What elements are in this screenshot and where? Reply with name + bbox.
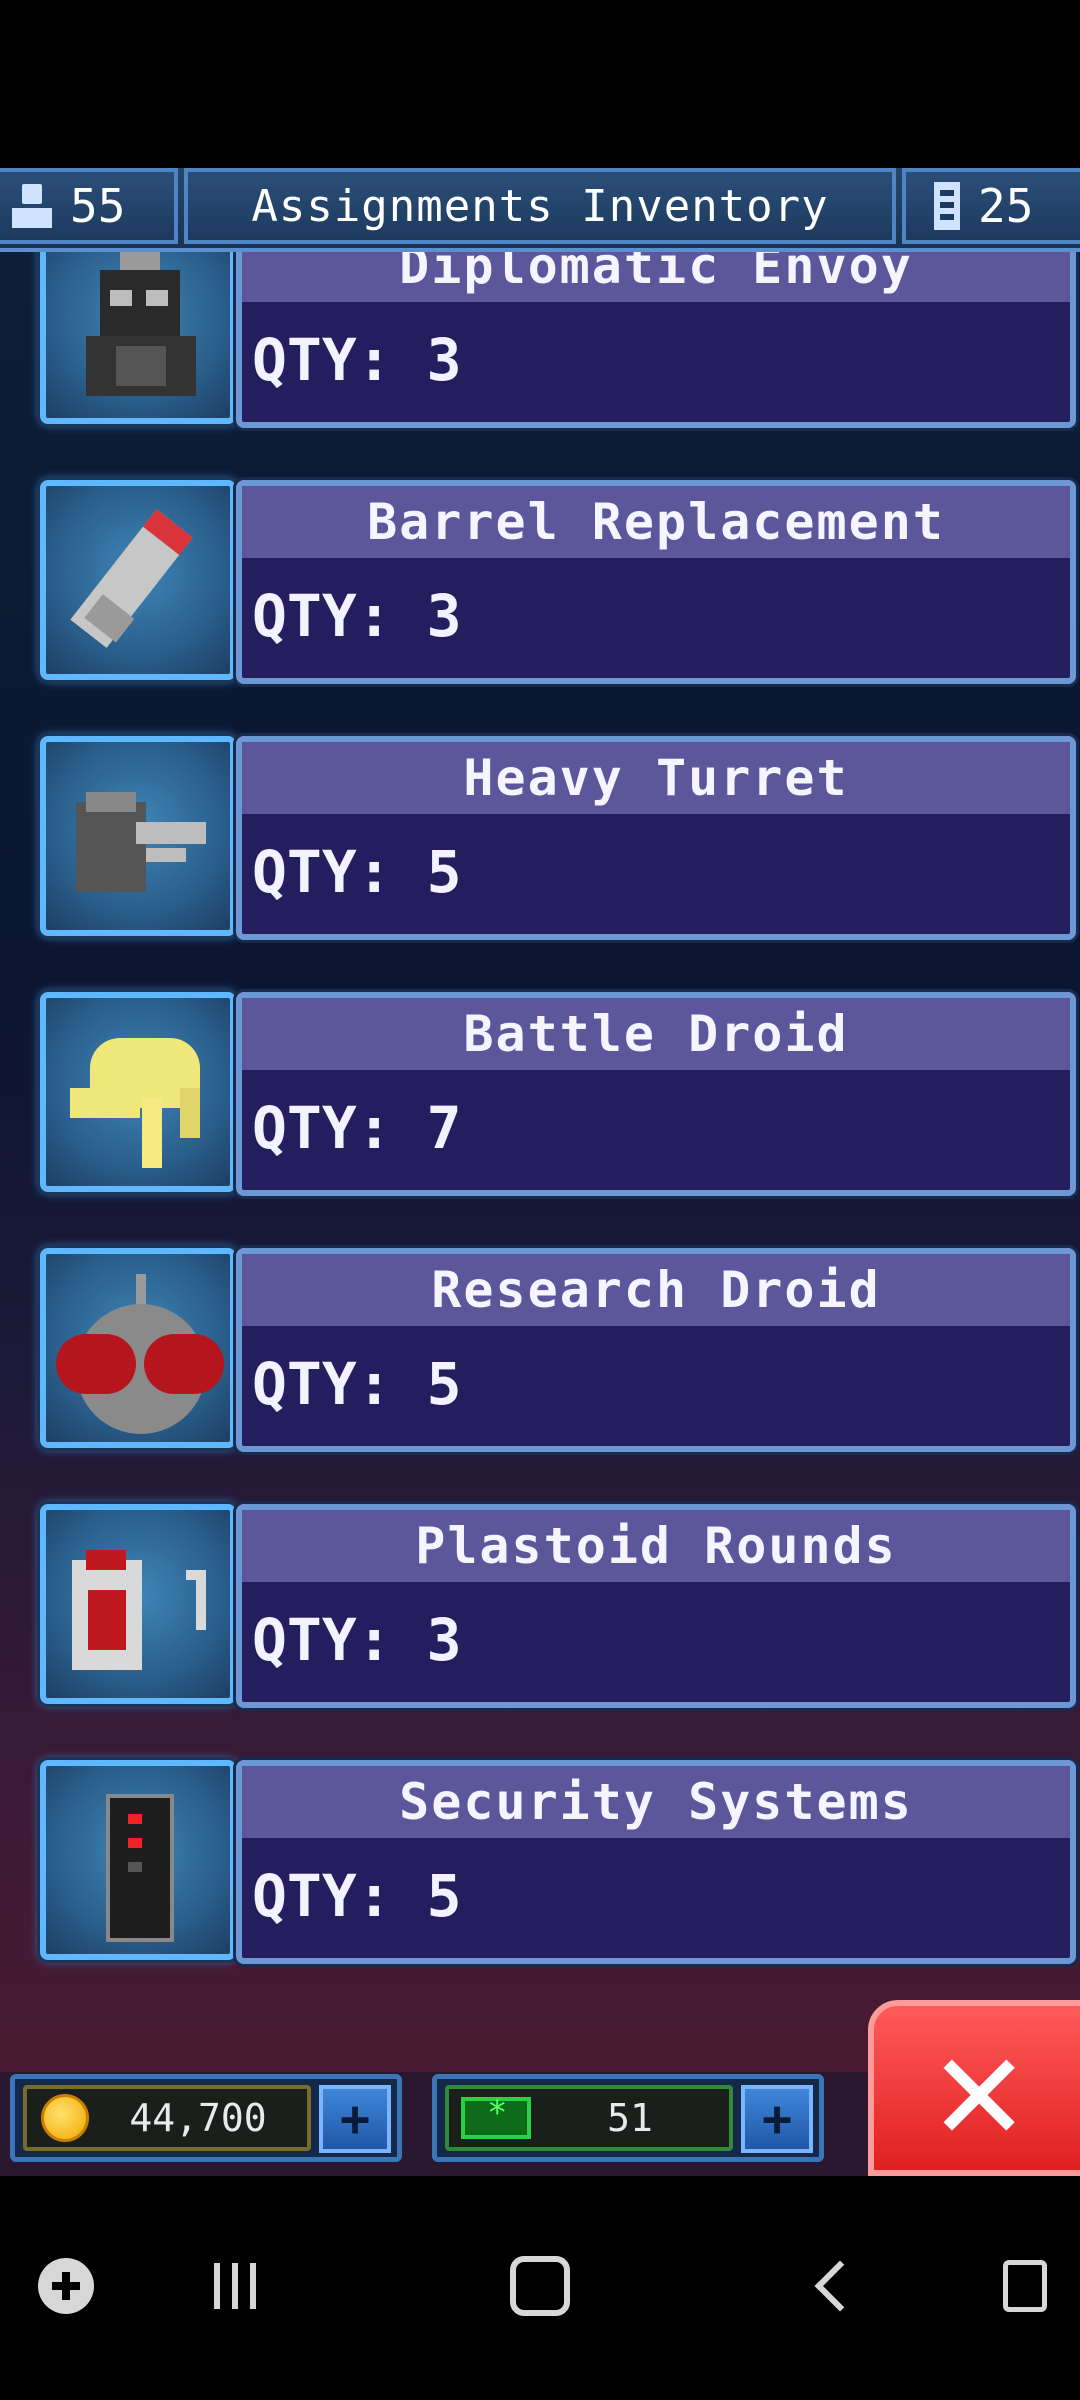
list-item[interactable]: Battle Droid QTY: 7	[40, 992, 1076, 1208]
item-name: Security Systems	[242, 1766, 1070, 1838]
bottom-bar: 44,700 + 51 + ✕	[0, 2000, 1080, 2176]
item-name: Plastoid Rounds	[242, 1510, 1070, 1582]
list-item[interactable]: Plastoid Rounds QTY: 3	[40, 1504, 1076, 1720]
battle-droid-icon	[40, 992, 236, 1192]
storage-icon	[934, 182, 960, 230]
storage-count: 25	[978, 179, 1034, 233]
item-qty: QTY: 3	[252, 1606, 462, 1674]
credits-value: 44,700	[129, 2096, 267, 2140]
barrel-icon	[40, 480, 236, 680]
crew-counter: 55	[0, 168, 178, 244]
close-button[interactable]: ✕	[868, 2000, 1080, 2176]
item-qty: QTY: 5	[252, 838, 462, 906]
crew-icon	[12, 182, 52, 230]
item-qty: QTY: 3	[252, 326, 462, 394]
item-card: Diplomatic Envoy QTY: 3	[236, 248, 1076, 428]
close-icon: ✕	[934, 2001, 1025, 2175]
crew-count: 55	[70, 179, 126, 233]
item-name: Heavy Turret	[242, 742, 1070, 814]
credits-panel: 44,700 +	[10, 2074, 402, 2162]
recent-apps-icon[interactable]	[200, 2246, 270, 2326]
item-card: Plastoid Rounds QTY: 3	[236, 1504, 1076, 1708]
list-item[interactable]: Diplomatic Envoy QTY: 3	[40, 248, 1076, 440]
list-item[interactable]: Heavy Turret QTY: 5	[40, 736, 1076, 952]
credits-display: 44,700	[23, 2085, 311, 2151]
plastoid-rounds-icon	[40, 1504, 236, 1704]
security-systems-icon	[40, 1760, 236, 1960]
list-item[interactable]: Barrel Replacement QTY: 3	[40, 480, 1076, 696]
storage-counter: 25	[902, 168, 1080, 244]
home-icon[interactable]	[500, 2246, 580, 2326]
item-card: Barrel Replacement QTY: 3	[236, 480, 1076, 684]
page-title: Assignments Inventory	[184, 168, 896, 244]
screen-capture-icon[interactable]	[990, 2246, 1060, 2326]
add-credits-button[interactable]: +	[319, 2085, 391, 2153]
gems-value: 51	[607, 2096, 653, 2140]
item-qty: QTY: 3	[252, 582, 462, 650]
item-name: Research Droid	[242, 1254, 1070, 1326]
gems-display: 51	[445, 2085, 733, 2151]
game-launcher-icon[interactable]	[26, 2246, 106, 2326]
back-icon[interactable]	[810, 2246, 870, 2326]
turret-icon	[40, 736, 236, 936]
item-qty: QTY: 7	[252, 1094, 462, 1162]
starbux-icon	[461, 2093, 531, 2139]
item-card: Heavy Turret QTY: 5	[236, 736, 1076, 940]
add-gems-button[interactable]: +	[741, 2085, 813, 2153]
research-droid-icon	[40, 1248, 236, 1448]
android-nav-bar	[0, 2176, 1080, 2400]
item-card: Research Droid QTY: 5	[236, 1248, 1076, 1452]
list-item[interactable]: Security Systems QTY: 5	[40, 1760, 1076, 1976]
top-bar: 55 Assignments Inventory 25	[0, 168, 1080, 252]
coin-icon	[41, 2094, 89, 2142]
gems-panel: 51 +	[432, 2074, 824, 2162]
item-name: Diplomatic Envoy	[242, 248, 1070, 302]
item-qty: QTY: 5	[252, 1350, 462, 1418]
item-card: Battle Droid QTY: 7	[236, 992, 1076, 1196]
item-name: Barrel Replacement	[242, 486, 1070, 558]
inventory-list[interactable]: Diplomatic Envoy QTY: 3 Barrel Replaceme…	[0, 248, 1080, 1988]
item-card: Security Systems QTY: 5	[236, 1760, 1076, 1964]
item-name: Battle Droid	[242, 998, 1070, 1070]
item-qty: QTY: 5	[252, 1862, 462, 1930]
envoy-icon	[40, 248, 236, 424]
list-item[interactable]: Research Droid QTY: 5	[40, 1248, 1076, 1464]
